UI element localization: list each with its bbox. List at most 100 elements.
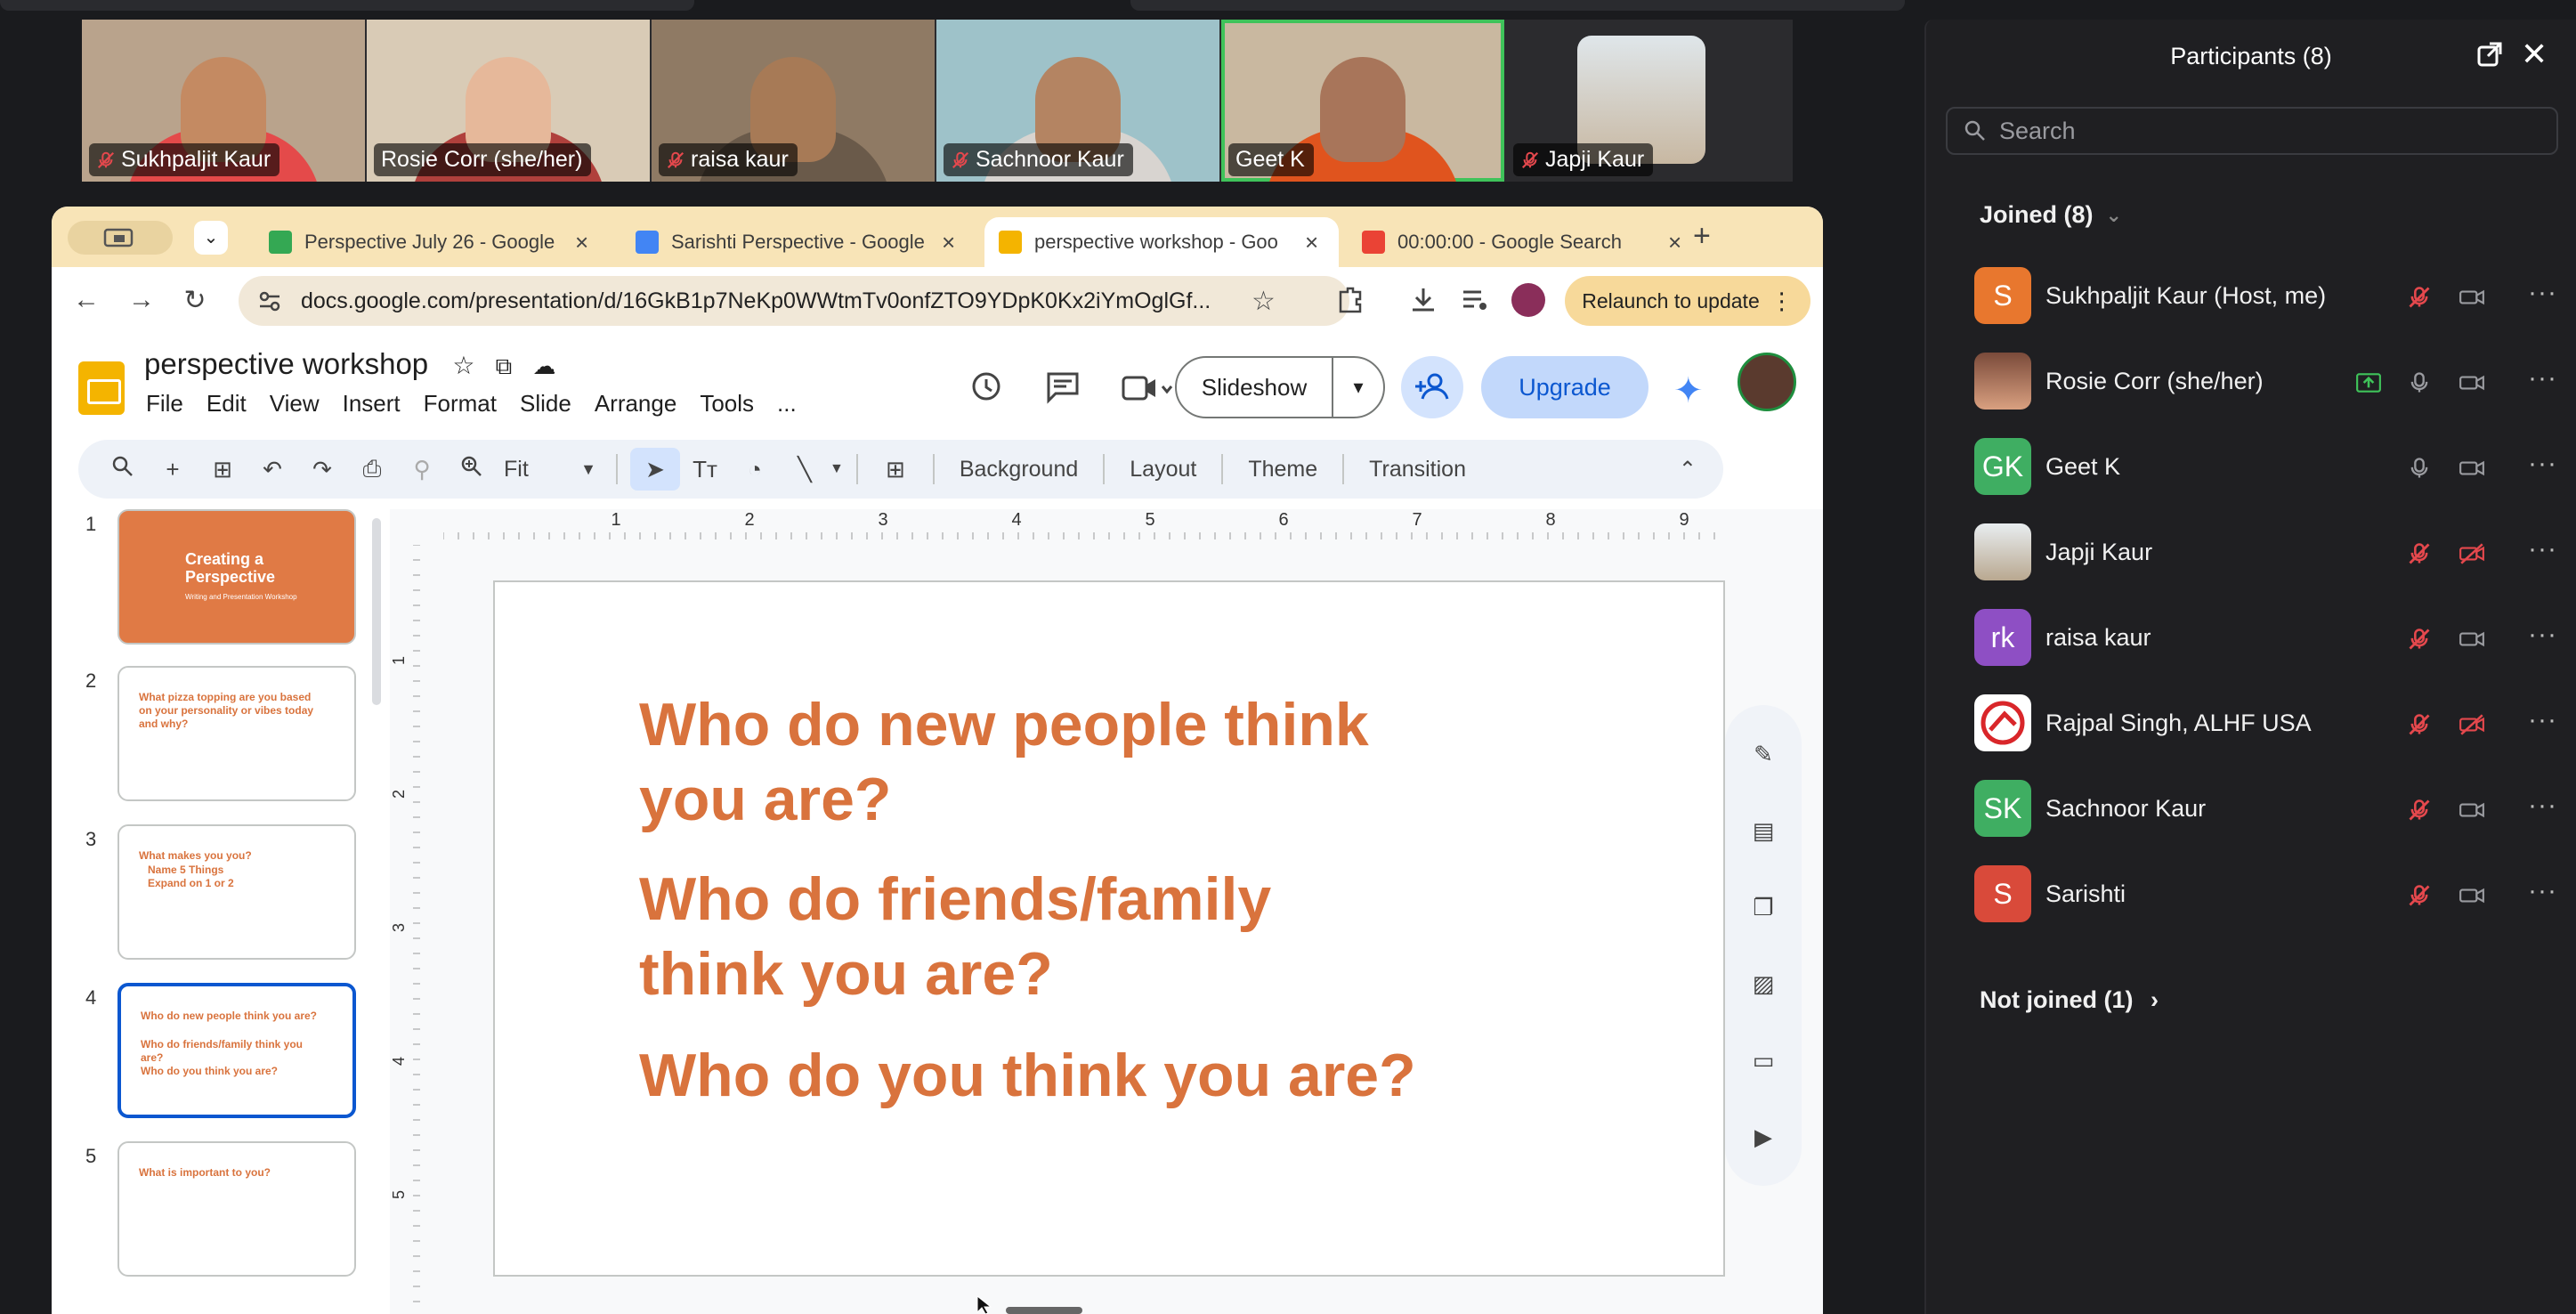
version-history-icon[interactable] [968,369,1004,409]
close-tab-icon[interactable]: × [942,229,955,256]
omnibox[interactable]: docs.google.com/presentation/d/16GkB1p7N… [239,276,1349,326]
close-tab-icon[interactable]: × [1305,229,1318,256]
star-icon[interactable]: ☆ [452,352,474,379]
transition-button[interactable]: Transition [1357,457,1478,483]
share-button[interactable] [1401,356,1463,418]
menu-item[interactable]: View [270,390,320,418]
comments-icon[interactable] [1045,369,1081,409]
new-tab-button[interactable]: + [1693,219,1711,254]
reload-icon[interactable]: ↻ [167,285,223,316]
participant-row[interactable]: rk raisa kaur ··· [1926,595,2576,680]
more-options-icon[interactable]: ··· [2528,449,2557,479]
print-icon[interactable]: ⎙ [347,455,397,483]
more-options-icon[interactable]: ··· [2528,534,2557,564]
participant-row[interactable]: Rajpal Singh, ALHF USA ··· [1926,680,2576,766]
bookmark-star-icon[interactable]: ☆ [1252,286,1276,317]
slide-question-1[interactable]: Who do new people think you are? [639,687,1422,837]
tab-group-button[interactable] [68,221,173,255]
chevron-down-icon[interactable]: ▾ [1333,376,1383,399]
image-gallery-icon[interactable]: ▨ [1746,966,1781,1002]
more-options-icon[interactable]: ··· [2528,791,2557,821]
not-joined-section-toggle[interactable]: Not joined (1) › [1980,986,2159,1014]
participant-row[interactable]: S Sarishti ··· [1926,851,2576,937]
slide-thumbnail[interactable]: Creating a Perspective Writing and Presen… [117,509,356,645]
browser-tab[interactable]: Perspective July 26 - Google × [255,217,609,267]
more-options-icon[interactable]: ··· [2528,363,2557,393]
menu-item[interactable]: ... [777,390,797,418]
upgrade-button[interactable]: Upgrade [1481,356,1648,418]
collapse-toolbar-icon[interactable]: ⌃ [1679,457,1697,483]
slideshow-button[interactable]: Slideshow ▾ [1175,356,1385,418]
meet-icon[interactable] [1122,370,1175,410]
menu-item[interactable]: Tools [700,390,754,418]
profile-avatar-icon[interactable] [1511,283,1545,317]
extensions-icon[interactable] [1333,283,1365,320]
redo-icon[interactable]: ↷ [297,456,347,483]
speaker-notes-icon[interactable]: ▤ [1746,813,1781,848]
download-icon[interactable] [1408,285,1438,320]
video-tile[interactable]: raisa kaur [652,20,935,182]
slide-thumbnail[interactable]: What is important to you? [117,1141,356,1277]
slide-thumbnail[interactable]: What makes you you? Name 5 Things Expand o… [117,824,356,960]
document-title[interactable]: perspective workshop ☆ ⧉ ☁ [144,347,555,381]
video-tile[interactable]: Sachnoor Kaur [936,20,1219,182]
add-video-icon[interactable]: ▶ [1746,1119,1781,1155]
browser-tab[interactable]: perspective workshop - Goo × [984,217,1339,267]
participant-row[interactable]: S Sukhpaljit Kaur (Host, me) ··· [1926,253,2576,338]
url-text[interactable]: docs.google.com/presentation/d/16GkB1p7N… [301,288,1244,314]
participant-row[interactable]: Rosie Corr (she/her) ··· [1926,338,2576,424]
gemini-sparkle-icon[interactable]: ✦ [1673,370,1704,411]
zoom-select[interactable]: Fit ▼ [497,457,603,483]
slide-question-3[interactable]: Who do you think you are? [639,1038,1529,1113]
joined-section-toggle[interactable]: Joined (8) ⌄ [1980,201,2122,229]
menu-item[interactable]: File [146,390,183,418]
slide-thumbnail[interactable]: What pizza topping are you based on your… [117,666,356,801]
chevron-down-icon[interactable]: ▼ [830,461,844,477]
undo-icon[interactable]: ↶ [247,456,297,483]
current-slide[interactable]: Who do new people think you are? Who do … [493,580,1725,1277]
participant-row[interactable]: SK Sachnoor Kaur ··· [1926,766,2576,851]
slides-gallery-icon[interactable]: ❐ [1746,889,1781,925]
close-icon[interactable]: ✕ [2521,36,2548,73]
shape-icon[interactable]: ◔ [730,456,780,483]
participant-row[interactable]: Japji Kaur ··· [1926,509,2576,595]
menu-item[interactable]: Edit [207,390,247,418]
video-tile[interactable]: Japji Kaur [1506,20,1789,182]
close-tab-icon[interactable]: × [1668,229,1681,256]
folder-icon[interactable]: ▭ [1746,1042,1781,1078]
relaunch-button[interactable]: Relaunch to update ⋮ [1565,276,1810,326]
account-avatar[interactable] [1738,353,1796,411]
more-options-icon[interactable]: ··· [2528,620,2557,650]
text-box-icon[interactable]: Tт [680,456,730,483]
browser-tab[interactable]: 00:00:00 - Google Search × [1348,217,1702,267]
forward-icon[interactable]: → [114,285,169,315]
more-options-icon[interactable]: ··· [2528,876,2557,906]
close-tab-icon[interactable]: × [575,229,588,256]
more-options-icon[interactable]: ··· [2528,278,2557,308]
move-folder-icon[interactable]: ⧉ [496,353,513,379]
paint-format-icon[interactable]: ⚲ [397,456,447,483]
menu-item[interactable]: Format [424,390,497,418]
filmstrip-scrollbar[interactable] [372,518,381,705]
participants-search-input[interactable]: Search [1946,107,2558,155]
background-button[interactable]: Background [947,457,1090,483]
zoom-icon[interactable] [447,455,497,484]
add-comment-icon[interactable]: ⊞ [871,456,920,483]
search-menus-icon[interactable] [98,455,148,484]
video-tile[interactable]: Rosie Corr (she/her) [367,20,650,182]
slides-logo-icon[interactable] [78,361,125,415]
menu-item[interactable]: Slide [520,390,571,418]
menu-item[interactable]: Arrange [595,390,677,418]
more-options-icon[interactable]: ··· [2528,705,2557,735]
slide-thumbnail[interactable]: Who do new people think you are? Who do f… [117,983,356,1118]
site-info-icon[interactable] [256,288,283,314]
participant-row[interactable]: GK Geet K ··· [1926,424,2576,509]
media-control-icon[interactable] [1460,285,1490,320]
layout-button[interactable]: Layout [1117,457,1209,483]
theme-button[interactable]: Theme [1235,457,1330,483]
tab-list-dropdown[interactable]: ⌄ [194,221,228,255]
pop-out-icon[interactable] [2476,41,2503,68]
select-cursor-icon[interactable]: ➤ [630,448,680,491]
document-title-text[interactable]: perspective workshop [144,347,428,380]
menu-item[interactable]: Insert [343,390,401,418]
